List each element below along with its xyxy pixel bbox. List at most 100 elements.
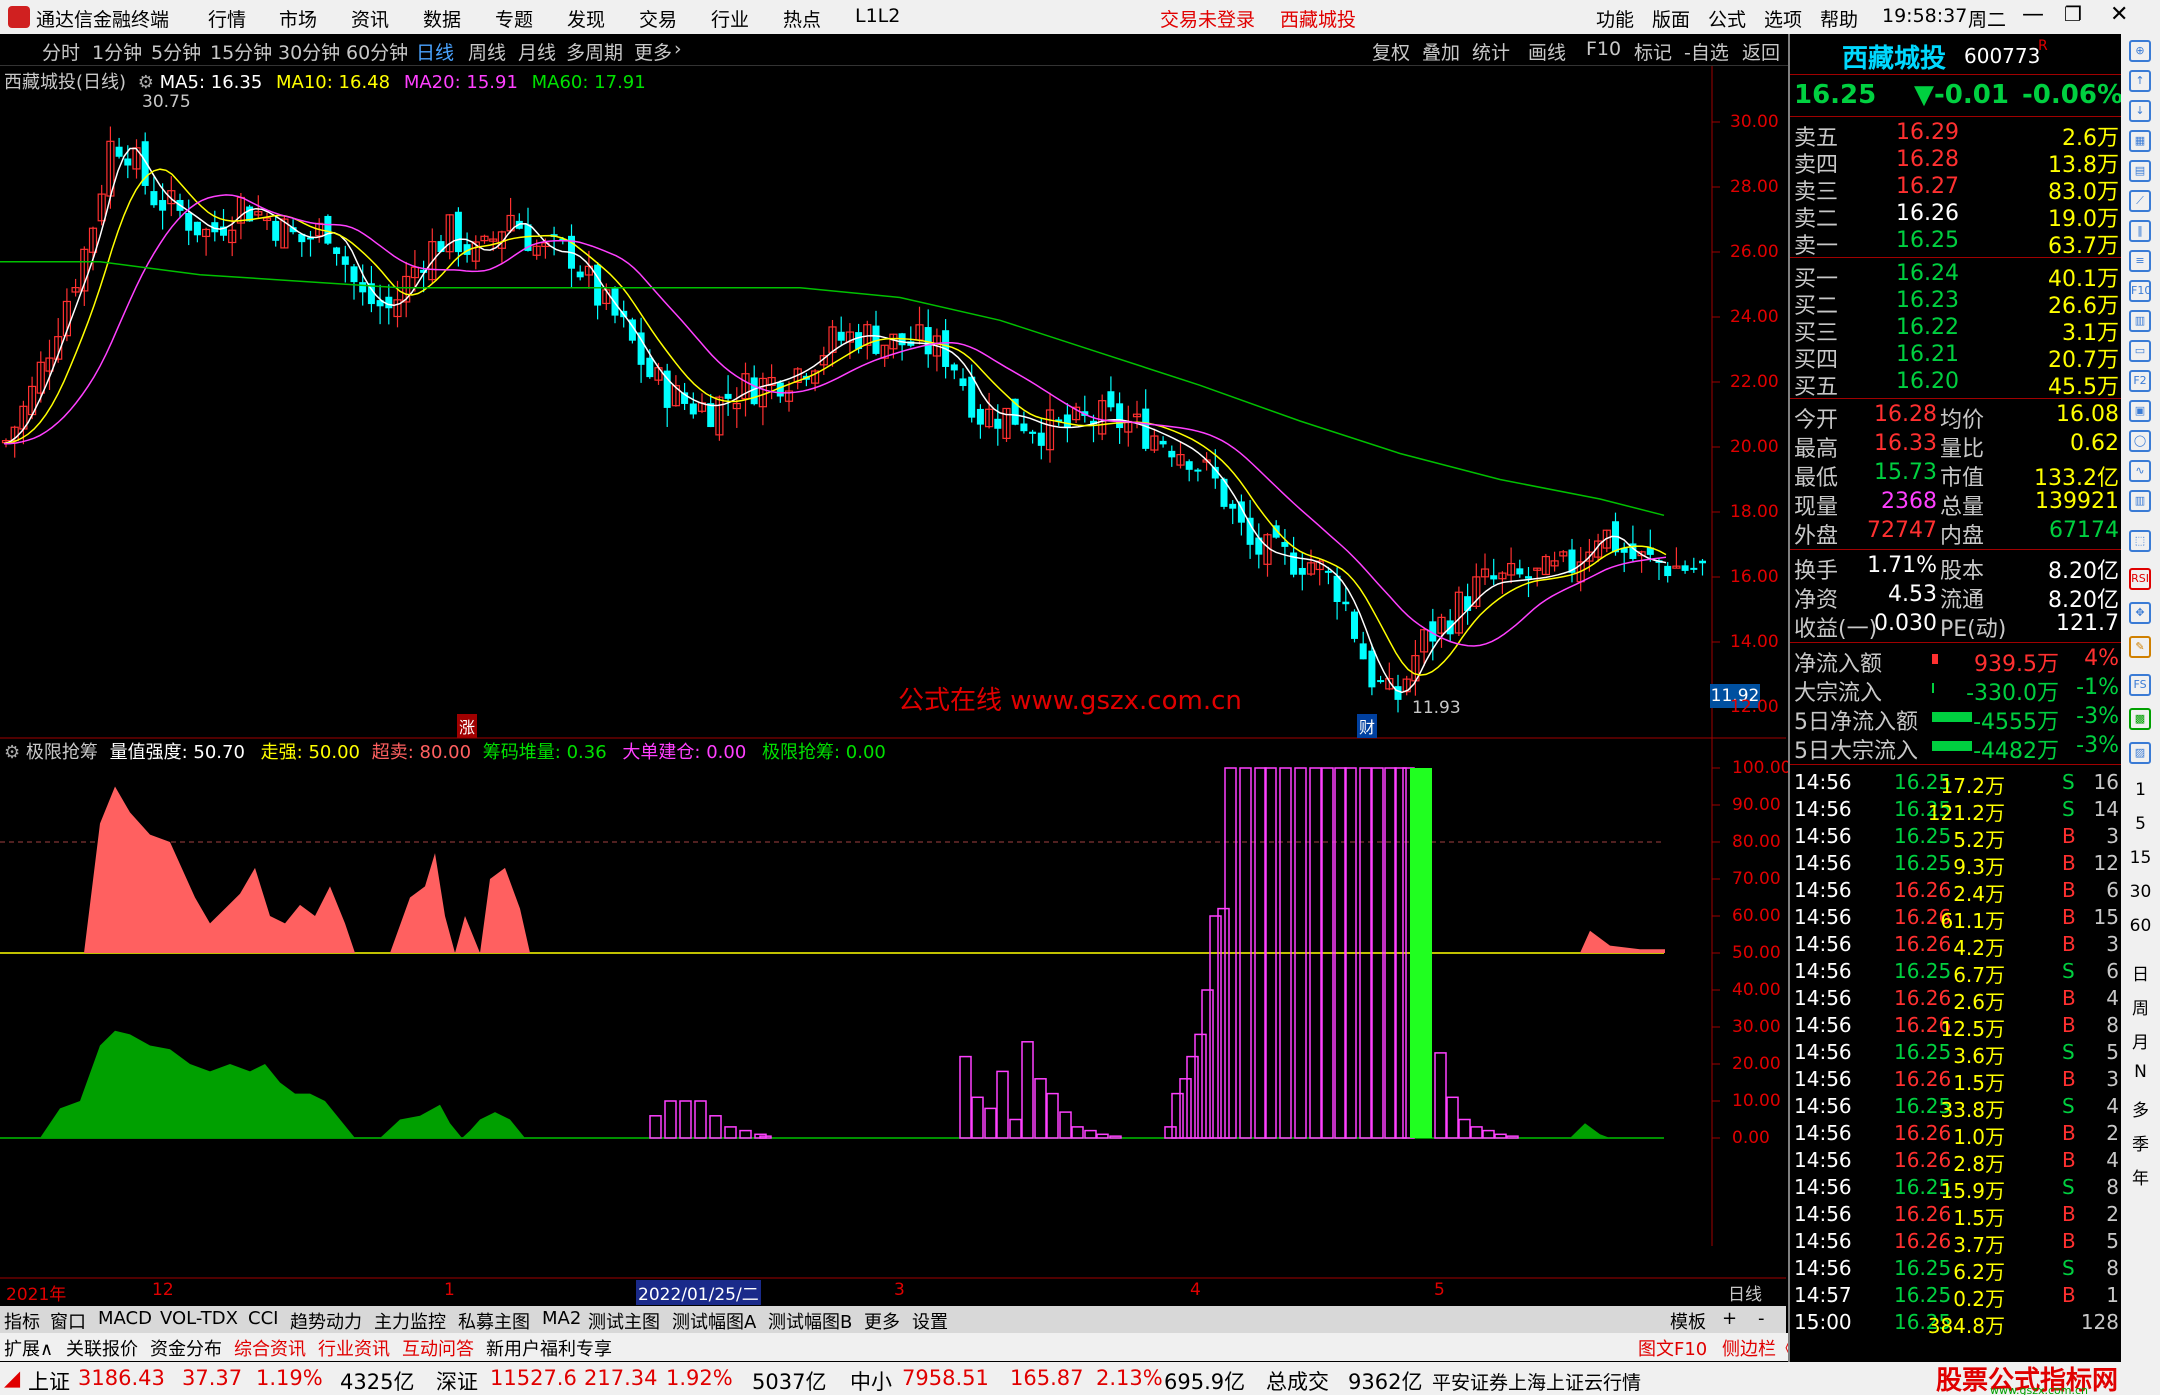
bid-row[interactable]: 买二 16.23 26.6万 (1790, 288, 2123, 319)
f2-icon[interactable]: F2 (2129, 370, 2151, 392)
tool-button[interactable]: 叠加 (1422, 38, 1460, 65)
green-icon[interactable]: ▩ (2129, 708, 2151, 730)
bid-row[interactable]: 买五 16.20 45.5万 (1790, 369, 2123, 400)
close-icon[interactable]: ✕ (2110, 2, 2128, 27)
menu-item[interactable]: 发现 (567, 5, 605, 32)
period-tab[interactable]: 60分钟 (346, 38, 408, 65)
period-tab[interactable]: 多周期 (566, 38, 623, 65)
tool-button[interactable]: F10 (1586, 38, 1621, 60)
side-period-label[interactable]: 月 (2121, 1028, 2160, 1053)
period-tab[interactable]: 15分钟 (210, 38, 272, 65)
tool-button[interactable]: 返回 (1742, 38, 1780, 65)
bar-icon[interactable]: ▥ (2129, 490, 2151, 512)
tool-button[interactable]: -自选 (1684, 38, 1729, 65)
tab[interactable]: 关联报价 (66, 1335, 138, 1361)
zoom-out-button[interactable]: - (1758, 1308, 1765, 1329)
tab[interactable]: 趋势动力 (290, 1308, 362, 1334)
tab[interactable]: 扩展∧ (4, 1335, 53, 1361)
tab[interactable]: 侧边栏《 (1722, 1335, 1794, 1361)
period-tab[interactable]: 30分钟 (278, 38, 340, 65)
menu-item[interactable]: L1L2 (855, 5, 900, 27)
tab[interactable]: 图文F10 (1638, 1335, 1707, 1361)
menu-item[interactable]: 专题 (495, 5, 533, 32)
side-period-label[interactable]: 季 (2121, 1130, 2160, 1155)
bid-row[interactable]: 买三 16.22 3.1万 (1790, 315, 2123, 346)
candle-icon[interactable]: ‖ (2129, 220, 2151, 242)
period-tab[interactable]: 分时 (42, 38, 80, 65)
mark-zhang[interactable]: 涨 (457, 714, 478, 738)
blue-icon[interactable]: ▨ (2129, 742, 2151, 764)
ask-row[interactable]: 卖三 16.27 83.0万 (1790, 174, 2123, 205)
menu-item[interactable]: 热点 (783, 5, 821, 32)
side-period-label[interactable]: 年 (2121, 1164, 2160, 1189)
ask-row[interactable]: 卖四 16.28 13.8万 (1790, 147, 2123, 178)
bid-row[interactable]: 买一 16.24 40.1万 (1790, 261, 2123, 292)
side-period-label[interactable]: 周 (2121, 994, 2160, 1019)
f10-icon[interactable]: F10 (2129, 280, 2151, 302)
line-chart-icon[interactable]: ⟋ (2129, 190, 2151, 212)
ask-row[interactable]: 卖五 16.29 2.6万 (1790, 120, 2123, 151)
trade-status[interactable]: 交易未登录 (1160, 5, 1255, 32)
wave-icon[interactable]: ∿ (2129, 460, 2151, 482)
ask-row[interactable]: 卖二 16.26 19.0万 (1790, 201, 2123, 232)
tool-button[interactable]: 标记 (1634, 38, 1672, 65)
menu-item[interactable]: 行情 (208, 5, 246, 32)
news-icon[interactable]: ▥ (2129, 310, 2151, 332)
restore-icon[interactable]: ❐ (2064, 2, 2082, 26)
period-tab[interactable]: 更多 (634, 38, 672, 65)
grid-icon[interactable]: ▦ (2129, 130, 2151, 152)
tab[interactable]: 资金分布 (150, 1335, 222, 1361)
tab[interactable]: 行业资讯 (318, 1335, 390, 1361)
tab[interactable]: 新用户福利专享 (486, 1335, 612, 1361)
tab[interactable]: 综合资讯 (234, 1335, 306, 1361)
period-tab[interactable]: 月线 (518, 38, 556, 65)
menu-item[interactable]: 功能 (1596, 5, 1634, 32)
tab[interactable]: 主力监控 (374, 1308, 446, 1334)
rsi-icon[interactable]: RSI (2129, 568, 2151, 590)
tab[interactable]: 测试主图 (588, 1308, 660, 1334)
ask-row[interactable]: 卖一 16.25 63.7万 (1790, 228, 2123, 259)
template-button[interactable]: 模板 (1670, 1308, 1706, 1334)
doc-icon[interactable]: ▭ (2129, 340, 2151, 362)
menu-item[interactable]: 数据 (423, 5, 461, 32)
bid-row[interactable]: 买四 16.21 20.7万 (1790, 342, 2123, 373)
tool-button[interactable]: 统计 (1472, 38, 1510, 65)
side-period-label[interactable]: 多 (2121, 1096, 2160, 1121)
gear-icon[interactable]: ⚙ (138, 72, 154, 93)
menu-item[interactable]: 公式 (1708, 5, 1746, 32)
tab[interactable]: 私募主图 (458, 1308, 530, 1334)
fs-icon[interactable]: FS (2129, 674, 2151, 696)
zoom-in-button[interactable]: + (1722, 1308, 1737, 1329)
period-tab-active[interactable]: 日线 (416, 38, 454, 65)
menu-item[interactable]: 版面 (1652, 5, 1690, 32)
period-tab[interactable]: 1分钟 (92, 38, 142, 65)
tab[interactable]: 窗口 (50, 1308, 86, 1334)
side-period-label[interactable]: 15 (2121, 848, 2160, 868)
tab[interactable]: 测试幅图A (672, 1308, 756, 1334)
chevron-right-icon[interactable]: › (674, 38, 682, 60)
circle-icon[interactable]: ◯ (2129, 430, 2151, 452)
mouse-icon[interactable]: ⬚ (2129, 530, 2151, 552)
arrow-up-icon[interactable]: ↑ (2129, 70, 2151, 92)
side-period-label[interactable]: 日 (2121, 960, 2160, 985)
pin-icon[interactable]: ⊕ (2129, 40, 2151, 62)
menu-item[interactable]: 帮助 (1820, 5, 1858, 32)
tab[interactable]: VOL-TDX (160, 1308, 238, 1329)
chart-icon[interactable]: ▣ (2129, 400, 2151, 422)
side-period-label[interactable]: 60 (2121, 916, 2160, 936)
menu-item[interactable]: 交易 (639, 5, 677, 32)
tab[interactable]: 设置 (912, 1308, 948, 1334)
side-period-label[interactable]: 1 (2121, 780, 2160, 800)
list-icon[interactable]: ≡ (2129, 250, 2151, 272)
arrow-down-icon[interactable]: ↓ (2129, 100, 2151, 122)
period-tab[interactable]: 5分钟 (151, 38, 201, 65)
side-period-label[interactable]: 30 (2121, 882, 2160, 902)
side-period-label[interactable]: N (2121, 1062, 2160, 1082)
tool-button[interactable]: 画线 (1528, 38, 1566, 65)
tab[interactable]: 互动问答 (402, 1335, 474, 1361)
minimize-icon[interactable]: — (2022, 2, 2044, 27)
chart-area[interactable]: 西藏城投(日线) ⚙ MA5: 16.35 MA10: 16.48 MA20: … (0, 66, 1791, 1311)
mark-cai[interactable]: 财 (1357, 714, 1378, 738)
tab[interactable]: 测试幅图B (768, 1308, 852, 1334)
tab[interactable]: CCI (248, 1308, 278, 1329)
